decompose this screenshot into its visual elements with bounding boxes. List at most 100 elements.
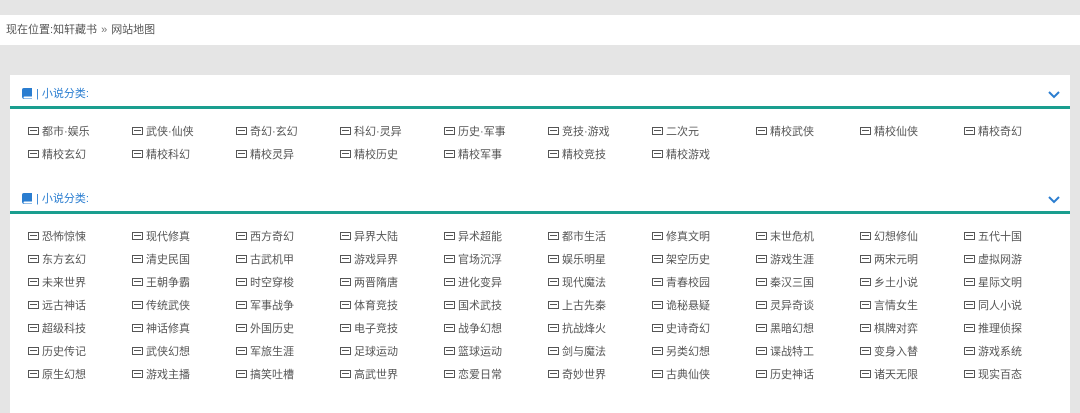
category-link[interactable]: 时空穿梭 bbox=[236, 275, 294, 291]
category-label: 精校历史 bbox=[354, 149, 398, 161]
category-link[interactable]: 两宋元明 bbox=[860, 252, 918, 268]
category-link[interactable]: 恐怖惊悚 bbox=[28, 229, 86, 245]
category-link[interactable]: 游戏异界 bbox=[340, 252, 398, 268]
category-link[interactable]: 战争幻想 bbox=[444, 321, 502, 337]
category-link[interactable]: 奇幻·玄幻 bbox=[236, 124, 298, 140]
category-link[interactable]: 棋牌对弈 bbox=[860, 321, 918, 337]
category-label: 体育竞技 bbox=[354, 300, 398, 312]
category-link[interactable]: 精校科幻 bbox=[132, 147, 190, 163]
category-link[interactable]: 未来世界 bbox=[28, 275, 86, 291]
chevron-down-icon[interactable] bbox=[1048, 193, 1060, 207]
category-link[interactable]: 两晋隋唐 bbox=[340, 275, 398, 291]
category-link[interactable]: 末世危机 bbox=[756, 229, 814, 245]
category-link[interactable]: 精校玄幻 bbox=[28, 147, 86, 163]
category-link[interactable]: 体育竞技 bbox=[340, 298, 398, 314]
category-link[interactable]: 变身入替 bbox=[860, 344, 918, 360]
category-link[interactable]: 言情女生 bbox=[860, 298, 918, 314]
category-link[interactable]: 虚拟网游 bbox=[964, 252, 1022, 268]
category-link[interactable]: 推理侦探 bbox=[964, 321, 1022, 337]
category-link[interactable]: 古典仙侠 bbox=[652, 367, 710, 383]
category-link[interactable]: 都市生活 bbox=[548, 229, 606, 245]
category-link[interactable]: 西方奇幻 bbox=[236, 229, 294, 245]
category-link[interactable]: 科幻·灵异 bbox=[340, 124, 402, 140]
category-link[interactable]: 精校灵异 bbox=[236, 147, 294, 163]
category-link[interactable]: 修真文明 bbox=[652, 229, 710, 245]
breadcrumb-home-link[interactable]: 知轩藏书 bbox=[53, 24, 97, 36]
category-link[interactable]: 精校武侠 bbox=[756, 124, 814, 140]
category-link[interactable]: 历史·军事 bbox=[444, 124, 506, 140]
category-link[interactable]: 剑与魔法 bbox=[548, 344, 606, 360]
category-link[interactable]: 足球运动 bbox=[340, 344, 398, 360]
category-link[interactable]: 诡秘悬疑 bbox=[652, 298, 710, 314]
category-link[interactable]: 上古先秦 bbox=[548, 298, 606, 314]
category-link[interactable]: 娱乐明星 bbox=[548, 252, 606, 268]
category-label: 架空历史 bbox=[666, 254, 710, 266]
category-link[interactable]: 外国历史 bbox=[236, 321, 294, 337]
category-link[interactable]: 二次元 bbox=[652, 124, 699, 140]
category-label: 精校灵异 bbox=[250, 149, 294, 161]
category-link[interactable]: 历史传记 bbox=[28, 344, 86, 360]
category-link[interactable]: 恋爱日常 bbox=[444, 367, 502, 383]
category-link[interactable]: 现实百态 bbox=[964, 367, 1022, 383]
category-link[interactable]: 篮球运动 bbox=[444, 344, 502, 360]
list-icon bbox=[860, 301, 871, 309]
category-link[interactable]: 灵异奇谈 bbox=[756, 298, 814, 314]
category-label: 黑暗幻想 bbox=[770, 323, 814, 335]
chevron-down-icon[interactable] bbox=[1048, 88, 1060, 102]
category-label: 异界大陆 bbox=[354, 231, 398, 243]
category-link[interactable]: 进化变异 bbox=[444, 275, 502, 291]
category-link[interactable]: 谍战特工 bbox=[756, 344, 814, 360]
category-link[interactable]: 电子竞技 bbox=[340, 321, 398, 337]
category-link[interactable]: 精校历史 bbox=[340, 147, 398, 163]
category-link[interactable]: 军旅生涯 bbox=[236, 344, 294, 360]
category-link[interactable]: 异术超能 bbox=[444, 229, 502, 245]
category-link[interactable]: 现代魔法 bbox=[548, 275, 606, 291]
category-link[interactable]: 精校仙侠 bbox=[860, 124, 918, 140]
category-link[interactable]: 王朝争霸 bbox=[132, 275, 190, 291]
category-link[interactable]: 另类幻想 bbox=[652, 344, 710, 360]
category-link[interactable]: 游戏生涯 bbox=[756, 252, 814, 268]
category-link[interactable]: 高武世界 bbox=[340, 367, 398, 383]
category-link[interactable]: 游戏主播 bbox=[132, 367, 190, 383]
category-link[interactable]: 抗战烽火 bbox=[548, 321, 606, 337]
category-link[interactable]: 精校游戏 bbox=[652, 147, 710, 163]
category-link[interactable]: 官场沉浮 bbox=[444, 252, 502, 268]
category-link[interactable]: 史诗奇幻 bbox=[652, 321, 710, 337]
category-link[interactable]: 同人小说 bbox=[964, 298, 1022, 314]
category-link[interactable]: 武侠幻想 bbox=[132, 344, 190, 360]
list-icon bbox=[652, 347, 663, 355]
category-link[interactable]: 武侠·仙侠 bbox=[132, 124, 194, 140]
category-link[interactable]: 游戏系统 bbox=[964, 344, 1022, 360]
category-link[interactable]: 东方玄幻 bbox=[28, 252, 86, 268]
category-link[interactable]: 远古神话 bbox=[28, 298, 86, 314]
category-label: 原生幻想 bbox=[42, 369, 86, 381]
category-link[interactable]: 乡土小说 bbox=[860, 275, 918, 291]
category-link[interactable]: 青春校园 bbox=[652, 275, 710, 291]
category-link[interactable]: 奇妙世界 bbox=[548, 367, 606, 383]
category-link[interactable]: 黑暗幻想 bbox=[756, 321, 814, 337]
category-link[interactable]: 传统武侠 bbox=[132, 298, 190, 314]
category-link[interactable]: 国术武技 bbox=[444, 298, 502, 314]
category-link[interactable]: 精校竞技 bbox=[548, 147, 606, 163]
category-link[interactable]: 历史神话 bbox=[756, 367, 814, 383]
category-link[interactable]: 原生幻想 bbox=[28, 367, 86, 383]
category-label: 现代魔法 bbox=[562, 277, 606, 289]
category-link[interactable]: 秦汉三国 bbox=[756, 275, 814, 291]
category-link[interactable]: 幻想修仙 bbox=[860, 229, 918, 245]
category-link[interactable]: 竞技·游戏 bbox=[548, 124, 610, 140]
category-link[interactable]: 异界大陆 bbox=[340, 229, 398, 245]
category-link[interactable]: 现代修真 bbox=[132, 229, 190, 245]
category-link[interactable]: 神话修真 bbox=[132, 321, 190, 337]
category-link[interactable]: 军事战争 bbox=[236, 298, 294, 314]
category-link[interactable]: 都市·娱乐 bbox=[28, 124, 90, 140]
category-link[interactable]: 架空历史 bbox=[652, 252, 710, 268]
category-link[interactable]: 星际文明 bbox=[964, 275, 1022, 291]
category-link[interactable]: 诸天无限 bbox=[860, 367, 918, 383]
category-link[interactable]: 清史民国 bbox=[132, 252, 190, 268]
category-link[interactable]: 古武机甲 bbox=[236, 252, 294, 268]
category-link[interactable]: 精校奇幻 bbox=[964, 124, 1022, 140]
category-link[interactable]: 五代十国 bbox=[964, 229, 1022, 245]
category-link[interactable]: 超级科技 bbox=[28, 321, 86, 337]
category-link[interactable]: 搞笑吐槽 bbox=[236, 367, 294, 383]
category-link[interactable]: 精校军事 bbox=[444, 147, 502, 163]
